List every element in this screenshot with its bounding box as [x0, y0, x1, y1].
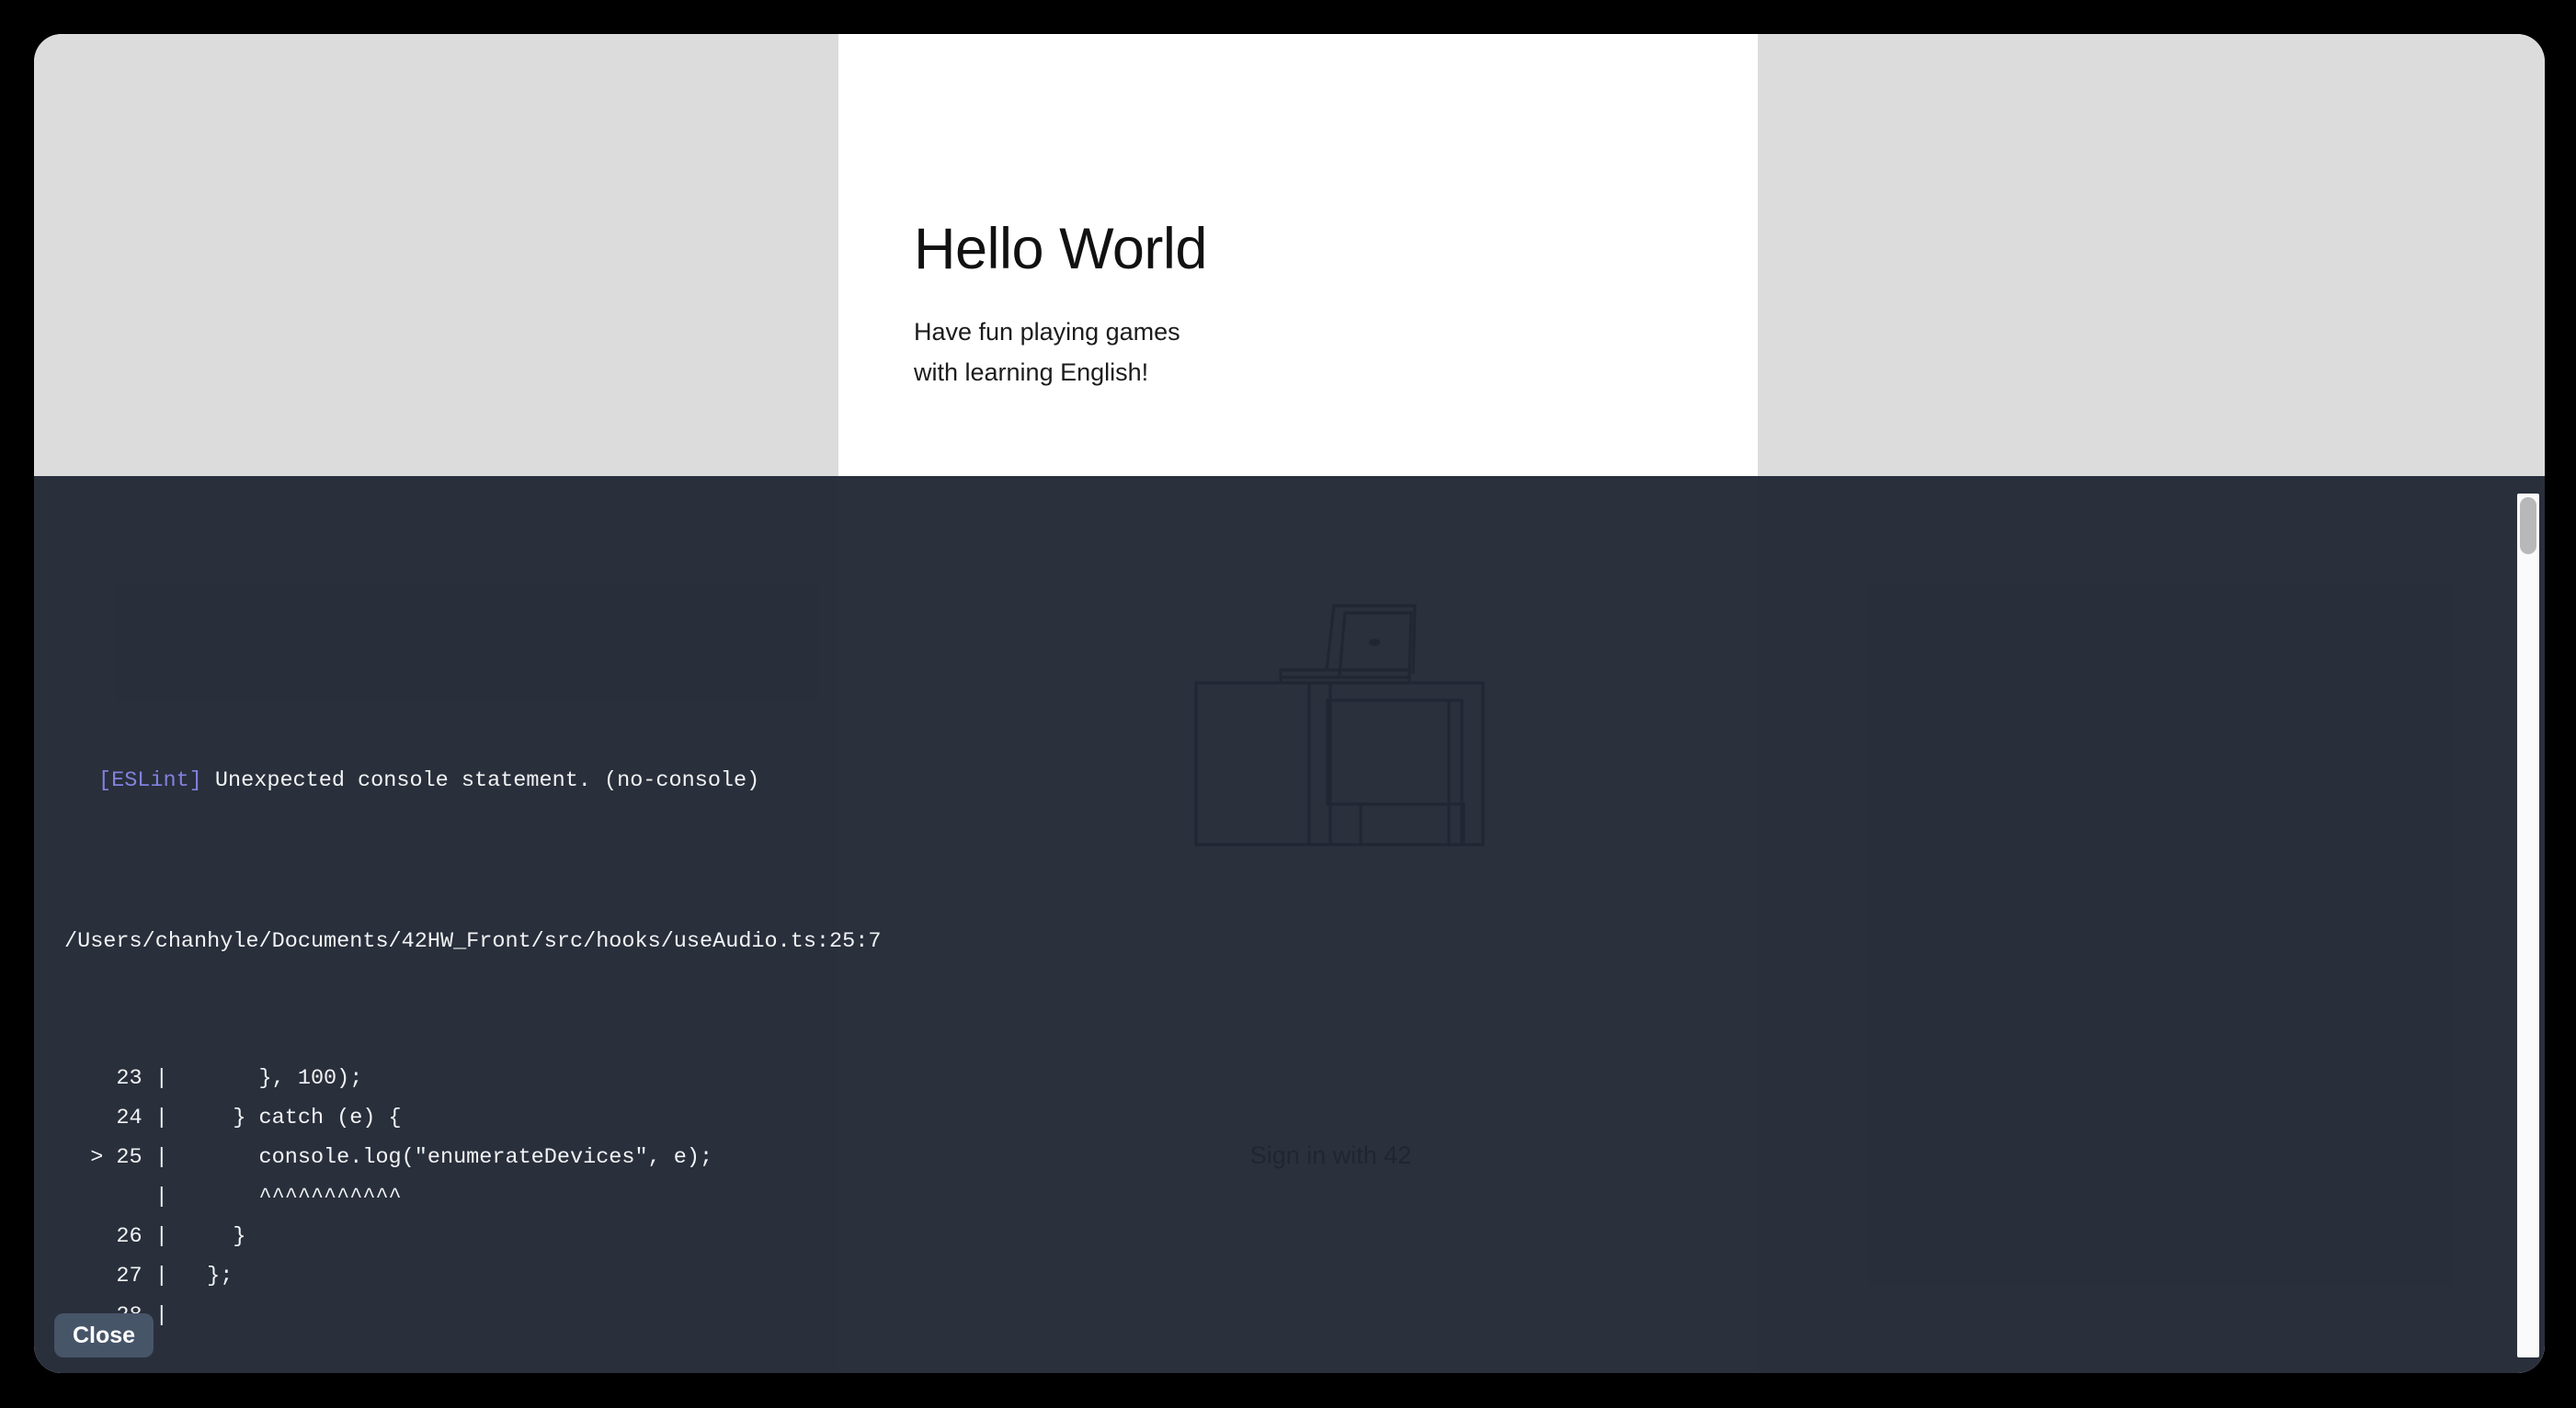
dev-error-overlay: [ESLint] Unexpected console statement. (…	[34, 476, 2545, 1373]
error-file-path: /Users/chanhyle/Documents/42HW_Front/src…	[64, 929, 882, 954]
overlay-scrollbar-thumb[interactable]	[2520, 497, 2536, 554]
error-code-frame: 23 | }, 100); 24 | } catch (e) { > 25 | …	[90, 1066, 713, 1328]
close-button[interactable]: Close	[54, 1312, 154, 1357]
overlay-scrollbar-track[interactable]	[2517, 494, 2539, 1357]
error-log-scroll-area[interactable]: [ESLint] Unexpected console statement. (…	[34, 476, 2545, 1373]
app-surface: Hello World Have fun playing games with …	[34, 34, 2545, 1373]
error-entry: [ESLint] Unexpected console statement. (…	[34, 682, 2545, 1373]
page-title: Hello World	[914, 217, 1207, 281]
error-message: Unexpected console statement. (no-consol…	[201, 768, 760, 793]
error-headline: [ESLint] Unexpected console statement. (…	[34, 761, 2545, 801]
hero-section: Hello World Have fun playing games with …	[914, 217, 1686, 393]
eslint-tag: [ESLint]	[98, 768, 202, 793]
hero-subtitle: Have fun playing games with learning Eng…	[914, 318, 1180, 387]
